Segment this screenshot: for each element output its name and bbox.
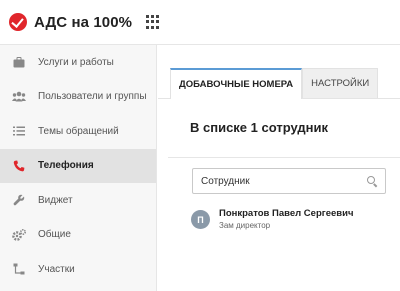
sidebar-item-label: Участки <box>38 263 75 275</box>
search-icon[interactable] <box>367 176 377 186</box>
employee-name: Понкратов Павел Сергеевич <box>219 208 354 219</box>
avatar: П <box>191 210 210 229</box>
tab-settings[interactable]: НАСТРОЙКИ <box>302 68 379 98</box>
main-content: ДОБАВОЧНЫЕ НОМЕРА НАСТРОЙКИ В списке 1 с… <box>158 45 400 291</box>
check-circle-icon <box>9 13 27 31</box>
sidebar-item-general[interactable]: Общие <box>0 218 156 253</box>
phone-icon <box>12 159 26 173</box>
logo[interactable]: АДС на 100% <box>9 13 132 31</box>
employee-search[interactable] <box>192 168 386 194</box>
top-bar: АДС на 100% <box>0 0 400 45</box>
sidebar-item-label: Общие <box>38 229 71 241</box>
sidebar-item-label: Услуги и работы <box>38 56 114 68</box>
sidebar: Услуги и работы Пользователи и группы Те… <box>0 45 157 291</box>
sidebar-item-label: Телефония <box>38 160 94 172</box>
sidebar-item-widget[interactable]: Виджет <box>0 183 156 218</box>
tab-bar: ДОБАВОЧНЫЕ НОМЕРА НАСТРОЙКИ <box>158 57 400 99</box>
sidebar-item-topics[interactable]: Темы обращений <box>0 114 156 149</box>
list-icon <box>12 124 26 138</box>
divider <box>168 157 400 158</box>
sitemap-icon <box>12 262 26 276</box>
tab-extensions[interactable]: ДОБАВОЧНЫЕ НОМЕРА <box>170 68 303 99</box>
gears-icon <box>12 228 26 242</box>
brand-name: АДС на 100% <box>34 13 133 31</box>
employee-info: Понкратов Павел Сергеевич Зам директор <box>219 208 353 231</box>
employee-role: Зам директор <box>219 221 271 230</box>
sidebar-item-telephony[interactable]: Телефония <box>0 148 156 183</box>
sidebar-item-label: Темы обращений <box>38 125 119 137</box>
briefcase-icon <box>12 55 26 69</box>
users-icon <box>12 90 26 104</box>
sidebar-item-users[interactable]: Пользователи и группы <box>0 80 156 115</box>
wrench-icon <box>12 193 26 207</box>
sidebar-item-label: Виджет <box>38 194 73 206</box>
employees-count-title: В списке 1 сотрудник <box>190 120 328 135</box>
sidebar-item-areas[interactable]: Участки <box>0 252 156 287</box>
list-item[interactable]: П Понкратов Павел Сергеевич Зам директор <box>191 208 400 231</box>
sidebar-item-label: Пользователи и группы <box>38 91 147 103</box>
grid-icon[interactable] <box>146 15 160 29</box>
sidebar-item-services[interactable]: Услуги и работы <box>0 45 156 80</box>
search-input[interactable] <box>201 175 367 187</box>
